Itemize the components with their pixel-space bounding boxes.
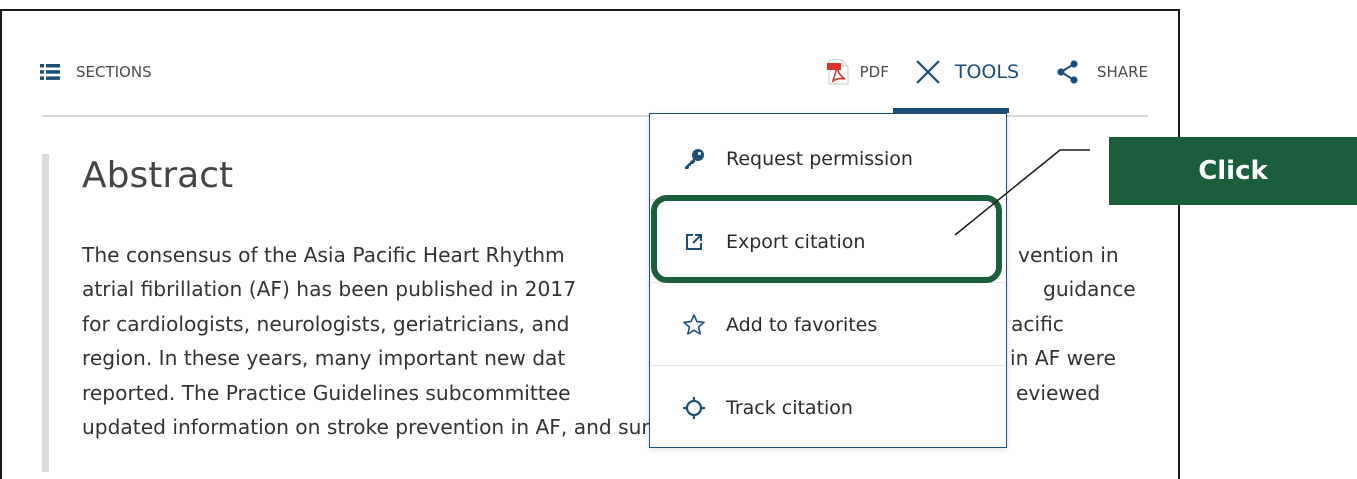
export-citation-item[interactable]: Export citation <box>650 217 1006 267</box>
abstract-fragment: acific <box>1011 312 1064 336</box>
pdf-icon <box>826 59 850 85</box>
share-label: SHARE <box>1097 63 1148 81</box>
tools-button[interactable]: TOOLS <box>915 59 1019 85</box>
close-icon <box>915 59 941 85</box>
external-link-icon <box>682 230 706 254</box>
sections-label: SECTIONS <box>76 63 152 81</box>
share-button[interactable]: SHARE <box>1057 60 1148 84</box>
export-citation-label: Export citation <box>726 231 866 253</box>
track-citation-item[interactable]: Track citation <box>650 383 1006 433</box>
pdf-label: PDF <box>859 63 889 81</box>
list-icon <box>40 64 62 80</box>
abstract-fragment: in AF were <box>1010 346 1116 370</box>
tools-label: TOOLS <box>954 61 1020 83</box>
crosshair-icon <box>682 396 706 420</box>
abstract-fragment: guidance <box>1043 277 1136 301</box>
click-callout-label: Click <box>1198 156 1268 186</box>
menu-divider <box>650 282 1006 283</box>
click-callout: Click <box>1109 137 1357 205</box>
abstract-heading: Abstract <box>82 155 234 196</box>
add-to-favorites-item[interactable]: Add to favorites <box>650 300 1006 350</box>
tools-dropdown-menu: Request permission Export citation Add t… <box>649 113 1007 448</box>
key-icon <box>682 147 706 171</box>
abstract-fragment: vention in <box>1018 243 1119 267</box>
menu-divider <box>650 199 1006 200</box>
pdf-button[interactable]: PDF <box>826 59 889 85</box>
request-permission-label: Request permission <box>726 148 913 170</box>
sections-button[interactable]: SECTIONS <box>40 50 152 94</box>
article-toolbar: SECTIONS PDF TOOLS SHARE <box>40 50 1148 94</box>
share-icon <box>1057 60 1079 84</box>
add-to-favorites-label: Add to favorites <box>726 314 878 336</box>
abstract-accent-bar <box>42 154 49 472</box>
track-citation-label: Track citation <box>726 397 853 419</box>
toolbar-actions: PDF TOOLS SHARE <box>826 50 1148 94</box>
abstract-fragment: eviewed <box>1016 381 1101 405</box>
request-permission-item[interactable]: Request permission <box>650 134 1006 184</box>
star-icon <box>682 313 706 337</box>
menu-divider <box>650 365 1006 366</box>
